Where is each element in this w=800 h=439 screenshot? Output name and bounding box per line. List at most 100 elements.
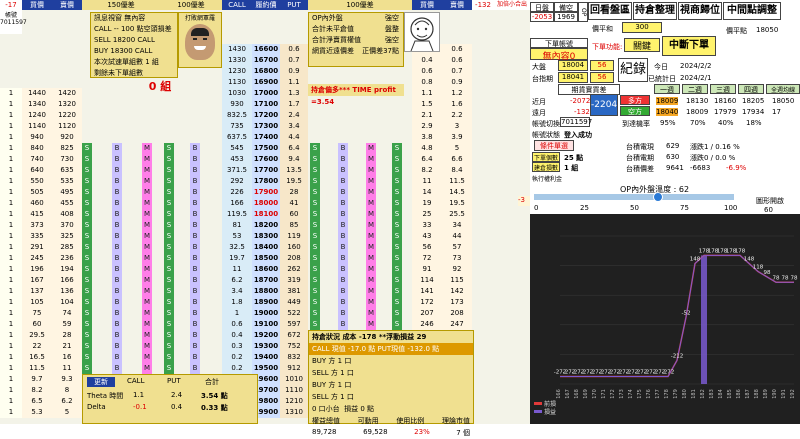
call-buy-button[interactable]: B [112, 165, 122, 176]
put-sell-button[interactable]: S [310, 209, 320, 220]
call-price[interactable]: 930 [222, 99, 252, 110]
left-sell-price[interactable]: 16 [52, 352, 82, 363]
call-price[interactable]: 735 [222, 121, 252, 132]
right-sell-price[interactable]: 5 [442, 143, 472, 154]
put-price[interactable]: 13.5 [280, 165, 308, 176]
left-buy-price[interactable]: 105 [22, 297, 52, 308]
call-price[interactable]: 1130 [222, 77, 252, 88]
call-buy-button[interactable]: B [112, 220, 122, 231]
put-sell-button[interactable]: S [310, 176, 320, 187]
right-buy-price[interactable]: 1.1 [412, 88, 442, 99]
left-buy-price[interactable]: 22 [22, 341, 52, 352]
call-buy-button-2[interactable]: B [190, 209, 200, 220]
right-sell-price[interactable]: 0.6 [442, 44, 472, 55]
put-sell-button-2[interactable]: S [392, 187, 402, 198]
call-sell-button-2[interactable]: S [164, 176, 174, 187]
call-mark-button[interactable]: M [142, 319, 152, 330]
call-price[interactable]: 292 [222, 176, 252, 187]
put-price[interactable]: 41 [280, 198, 308, 209]
call-buy-button-2[interactable]: B [190, 143, 200, 154]
left-buy-price[interactable]: 167 [22, 275, 52, 286]
call-mark-button[interactable]: M [142, 176, 152, 187]
call-price[interactable]: 119.5 [222, 209, 252, 220]
call-mark-button[interactable]: M [142, 330, 152, 341]
put-sell-button[interactable]: S [310, 187, 320, 198]
call-buy-button[interactable]: B [112, 341, 122, 352]
call-sell-button-2[interactable]: S [164, 352, 174, 363]
put-buy-button[interactable]: B [338, 297, 348, 308]
put-sell-button[interactable]: S [310, 198, 320, 209]
put-sell-button-2[interactable]: S [392, 220, 402, 231]
put-sell-button-2[interactable]: S [392, 176, 402, 187]
put-buy-button[interactable]: B [338, 176, 348, 187]
call-sell-button-2[interactable]: S [164, 308, 174, 319]
call-price[interactable]: 3.4 [222, 286, 252, 297]
right-sell-price[interactable]: 3 [442, 121, 472, 132]
left-buy-price[interactable]: 840 [22, 143, 52, 154]
put-mark-button[interactable]: M [366, 275, 376, 286]
call-sell-button[interactable]: S [82, 308, 92, 319]
put-mark-button[interactable]: M [366, 220, 376, 231]
slider-thumb[interactable] [653, 192, 663, 202]
put-sell-button[interactable]: S [310, 319, 320, 330]
call-sell-button-2[interactable]: S [164, 220, 174, 231]
right-sell-price[interactable]: 57 [442, 242, 472, 253]
call-price[interactable]: 371.5 [222, 165, 252, 176]
call-buy-button[interactable]: B [112, 253, 122, 264]
call-sell-button[interactable]: S [82, 253, 92, 264]
call-price[interactable]: 0.2 [222, 352, 252, 363]
put-price[interactable]: 0.9 [280, 66, 308, 77]
put-mark-button[interactable]: M [366, 165, 376, 176]
call-buy-button-2[interactable]: B [190, 253, 200, 264]
right-buy-price[interactable]: 2.1 [412, 110, 442, 121]
call-buy-button[interactable]: B [112, 209, 122, 220]
put-sell-button-2[interactable]: S [392, 319, 402, 330]
left-sell-price[interactable]: 6.2 [52, 396, 82, 407]
call-price[interactable]: 32.5 [222, 242, 252, 253]
put-sell-button-2[interactable]: S [392, 165, 402, 176]
put-mark-button[interactable]: M [366, 187, 376, 198]
right-buy-price[interactable]: 11 [412, 176, 442, 187]
call-sell-button[interactable]: S [82, 363, 92, 374]
right-sell-price[interactable]: 142 [442, 286, 472, 297]
right-sell-price[interactable]: 6.6 [442, 154, 472, 165]
left-sell-price[interactable]: 1320 [52, 99, 82, 110]
call-mark-button[interactable]: M [142, 198, 152, 209]
right-sell-price[interactable]: 2.2 [442, 110, 472, 121]
call-sell-button-2[interactable]: S [164, 209, 174, 220]
right-sell-price[interactable]: 19.5 [442, 198, 472, 209]
call-sell-button[interactable]: S [82, 187, 92, 198]
left-sell-price[interactable]: 74 [52, 308, 82, 319]
call-price[interactable]: 832.5 [222, 110, 252, 121]
call-sell-button-2[interactable]: S [164, 264, 174, 275]
left-buy-price[interactable]: 60 [22, 319, 52, 330]
right-buy-price[interactable]: 1.5 [412, 99, 442, 110]
call-sell-button-2[interactable]: S [164, 165, 174, 176]
right-buy-price[interactable]: 0.8 [412, 77, 442, 88]
right-sell-price[interactable]: 34 [442, 220, 472, 231]
put-buy-button[interactable]: B [338, 264, 348, 275]
put-sell-button[interactable]: S [310, 143, 320, 154]
put-sell-button-2[interactable]: S [392, 253, 402, 264]
call-buy-button[interactable]: B [112, 275, 122, 286]
mid-adjust-button[interactable]: 中間點調整 [723, 2, 781, 20]
call-buy-button-2[interactable]: B [190, 286, 200, 297]
put-price[interactable]: 9.4 [280, 154, 308, 165]
put-price[interactable]: 1.3 [280, 88, 308, 99]
put-sell-button-2[interactable]: S [392, 143, 402, 154]
call-buy-button[interactable]: B [112, 264, 122, 275]
right-sell-price[interactable]: 0.6 [442, 55, 472, 66]
call-mark-button[interactable]: M [142, 264, 152, 275]
call-price[interactable]: 453 [222, 154, 252, 165]
right-sell-price[interactable]: 11.5 [442, 176, 472, 187]
put-mark-button[interactable]: M [366, 297, 376, 308]
right-buy-price[interactable]: 4.8 [412, 143, 442, 154]
right-sell-price[interactable]: 44 [442, 231, 472, 242]
left-sell-price[interactable]: 236 [52, 253, 82, 264]
call-buy-button-2[interactable]: B [190, 319, 200, 330]
left-buy-price[interactable]: 16.5 [22, 352, 52, 363]
call-buy-button-2[interactable]: B [190, 176, 200, 187]
call-sell-button[interactable]: S [82, 220, 92, 231]
memo-button[interactable]: 紀錄 [618, 58, 648, 82]
put-buy-button[interactable]: B [338, 154, 348, 165]
